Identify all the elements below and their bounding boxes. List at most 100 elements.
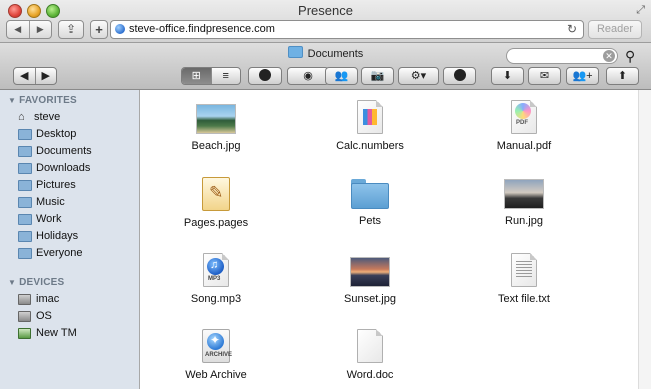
- home-icon: ⌂: [18, 110, 25, 123]
- file-name: Sunset.jpg: [344, 293, 396, 305]
- file-item-song[interactable]: MP3 Song.mp3: [156, 253, 276, 305]
- add-bookmark-button[interactable]: +: [90, 20, 108, 39]
- nav-segment: ◀ ▶: [13, 67, 57, 85]
- sidebar-item-label: Downloads: [36, 162, 91, 174]
- reader-button[interactable]: Reader: [588, 20, 642, 39]
- upload-arrow-icon: ⬆: [617, 70, 628, 82]
- download-button[interactable]: ⬇: [491, 67, 524, 85]
- word-document-icon: [357, 329, 383, 363]
- file-item-pets[interactable]: Pets: [310, 179, 430, 227]
- file-item-pages[interactable]: Pages.pages: [156, 177, 276, 229]
- app-window: Presence ⤢ ◀ ▶ ⇪ + steve-office.findpres…: [0, 0, 651, 389]
- sidebar-item-label: Work: [36, 213, 62, 225]
- file-name: Calc.numbers: [336, 140, 404, 152]
- sidebar-item-music[interactable]: Music: [18, 194, 65, 210]
- file-item-run[interactable]: Run.jpg: [464, 179, 584, 227]
- share-button[interactable]: ⇪: [58, 20, 84, 39]
- title-bar: Presence ⤢ ◀ ▶ ⇪ + steve-office.findpres…: [0, 0, 651, 43]
- url-text[interactable]: steve-office.findpresence.com: [129, 23, 275, 35]
- reload-icon[interactable]: ↻: [567, 22, 577, 36]
- browser-back-button[interactable]: ◀: [7, 21, 29, 38]
- list-view-button[interactable]: ≡: [210, 68, 241, 84]
- folder-icon: [18, 162, 32, 174]
- sidebar-item-documents[interactable]: Documents: [18, 143, 92, 159]
- folder-icon: [287, 46, 303, 58]
- search-icon[interactable]: ⚲: [625, 48, 635, 65]
- file-name: Run.jpg: [505, 215, 543, 227]
- folder-icon: [18, 247, 32, 259]
- help-button[interactable]: ?: [443, 67, 476, 85]
- sidebar-item-os[interactable]: OS: [18, 308, 52, 324]
- web-archive-icon: ARCHIVE: [202, 329, 232, 363]
- file-name: Word.doc: [346, 369, 394, 381]
- sidebar-item-label: OS: [36, 310, 52, 322]
- quick-look-button[interactable]: ◉: [287, 67, 329, 85]
- image-thumbnail-icon: [504, 179, 544, 209]
- sidebar-item-new-tm[interactable]: New TM: [18, 325, 77, 341]
- disk-icon: [18, 310, 31, 322]
- disclosure-triangle-icon: ▼: [8, 278, 17, 287]
- folder-icon: [18, 128, 32, 140]
- clear-search-icon[interactable]: ✕: [603, 50, 615, 62]
- file-name: Beach.jpg: [191, 140, 241, 152]
- devices-header[interactable]: ▼ DEVICES: [8, 277, 64, 288]
- search-input[interactable]: ✕: [506, 48, 618, 64]
- file-item-beach[interactable]: Beach.jpg: [156, 104, 276, 152]
- info-icon: i: [259, 69, 271, 83]
- pages-document-icon: [202, 177, 230, 211]
- file-item-sunset[interactable]: Sunset.jpg: [310, 257, 430, 305]
- info-button[interactable]: i: [248, 67, 282, 85]
- sidebar-item-label: imac: [36, 293, 60, 305]
- add-user-icon: 👥+: [572, 70, 593, 82]
- sidebar: ▼ FAVORITES ⌂ steve Desktop Documents Down…: [0, 90, 140, 389]
- browser-nav-segment: ◀ ▶: [6, 20, 52, 39]
- folder-icon: [18, 230, 32, 242]
- text-document-icon: [511, 253, 537, 287]
- grid-view-button[interactable]: ⊞: [182, 68, 211, 84]
- file-name: Song.mp3: [190, 293, 242, 305]
- file-item-calc[interactable]: Calc.numbers: [310, 100, 430, 152]
- mp3-document-icon: MP3: [203, 253, 229, 287]
- file-item-textfile[interactable]: Text file.txt: [464, 253, 584, 305]
- file-name: Manual.pdf: [496, 140, 552, 152]
- fullscreen-icon[interactable]: ⤢: [636, 4, 645, 17]
- sidebar-item-desktop[interactable]: Desktop: [18, 126, 76, 142]
- sidebar-item-imac[interactable]: imac: [18, 291, 59, 307]
- sidebar-item-label: New TM: [36, 327, 77, 339]
- folder-icon: [18, 213, 32, 225]
- file-name: Text file.txt: [498, 293, 550, 305]
- file-item-word[interactable]: Word.doc: [310, 329, 430, 381]
- file-item-manual[interactable]: PDF Manual.pdf: [464, 100, 584, 152]
- people-icon: 👥: [334, 70, 349, 82]
- file-grid: Beach.jpg Calc.numbers PDF Manual.pdf Pa…: [140, 90, 638, 389]
- sharing-button[interactable]: 👥: [325, 67, 358, 85]
- back-button[interactable]: ◀: [14, 68, 35, 84]
- camera-icon: 📷: [370, 70, 385, 82]
- sidebar-item-pictures[interactable]: Pictures: [18, 177, 76, 193]
- sidebar-item-downloads[interactable]: Downloads: [18, 160, 90, 176]
- sidebar-item-holidays[interactable]: Holidays: [18, 228, 78, 244]
- vertical-scrollbar[interactable]: [638, 90, 651, 389]
- address-bar[interactable]: steve-office.findpresence.com ↻: [110, 20, 584, 39]
- sidebar-item-label: Desktop: [36, 128, 77, 140]
- add-user-button[interactable]: 👥+: [566, 67, 599, 85]
- favorites-header[interactable]: ▼ FAVORITES: [8, 95, 77, 106]
- forward-button[interactable]: ▶: [34, 68, 57, 84]
- action-menu-button[interactable]: ⚙▾: [398, 67, 439, 85]
- timemachine-disk-icon: [18, 327, 31, 339]
- gear-icon: ⚙▾: [410, 70, 427, 82]
- file-item-web-archive[interactable]: ARCHIVE Web Archive: [156, 329, 276, 381]
- mail-button[interactable]: ✉: [528, 67, 561, 85]
- folder-icon: [18, 179, 32, 191]
- window-title: Presence: [298, 3, 353, 18]
- globe-icon: [115, 24, 125, 34]
- sidebar-item-steve[interactable]: ⌂ steve: [18, 109, 60, 125]
- upload-button[interactable]: ⬆: [606, 67, 639, 85]
- help-icon: ?: [453, 69, 466, 83]
- image-thumbnail-icon: [196, 104, 236, 134]
- numbers-document-icon: [357, 100, 383, 134]
- sidebar-item-work[interactable]: Work: [18, 211, 61, 227]
- camera-button[interactable]: 📷: [361, 67, 394, 85]
- sidebar-item-everyone[interactable]: Everyone: [18, 245, 82, 261]
- browser-forward-button[interactable]: ▶: [28, 21, 52, 38]
